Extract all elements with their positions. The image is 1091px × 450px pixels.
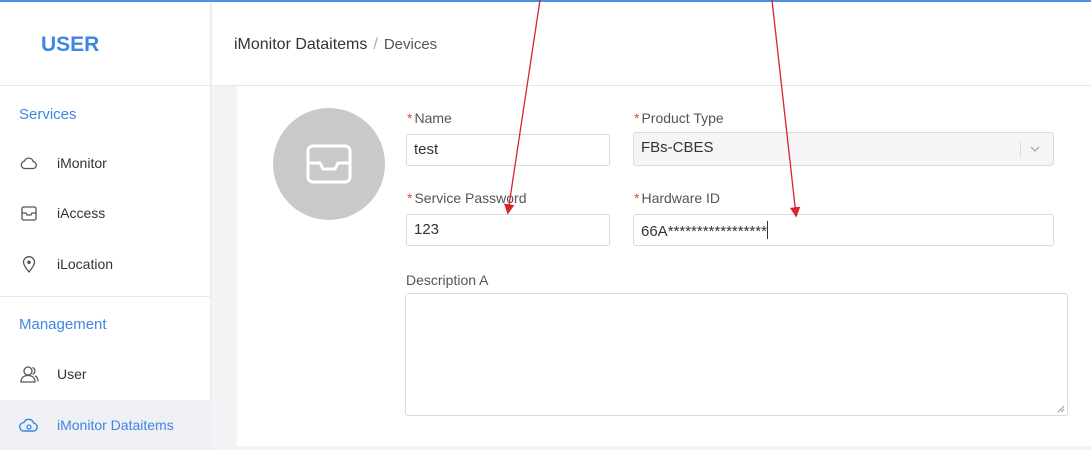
sidebar-divider bbox=[0, 296, 211, 297]
service-password-input[interactable]: 123 bbox=[406, 214, 610, 246]
breadcrumb-separator: / bbox=[373, 36, 378, 53]
inbox-icon bbox=[18, 202, 40, 224]
service-password-label: * Service Password bbox=[407, 190, 527, 206]
sidebar-item-label: iLocation bbox=[57, 256, 114, 272]
product-type-select[interactable]: FBs-CBES bbox=[633, 132, 1054, 166]
hardware-id-input[interactable]: 66A***************** bbox=[633, 214, 1054, 246]
device-form-card: * Name test * Product Type FBs-CBES * Servi… bbox=[237, 86, 1091, 446]
cloud-icon bbox=[18, 152, 40, 174]
name-input[interactable]: test bbox=[406, 134, 610, 166]
sidebar-brand: USER bbox=[0, 2, 210, 86]
inbox-icon bbox=[306, 144, 352, 184]
section-management: Management bbox=[19, 316, 107, 333]
product-type-label: * Product Type bbox=[634, 110, 724, 126]
cloud-data-icon bbox=[18, 414, 40, 436]
sidebar-item-label: iMonitor bbox=[57, 155, 107, 171]
select-separator bbox=[1020, 141, 1021, 157]
text-cursor bbox=[766, 221, 768, 239]
sidebar-item-label: User bbox=[57, 366, 87, 382]
breadcrumb-current: Devices bbox=[383, 36, 438, 53]
section-services: Services bbox=[19, 106, 77, 123]
sidebar-item-user[interactable]: User bbox=[0, 349, 211, 399]
description-label: Description A bbox=[406, 272, 489, 288]
description-textarea[interactable] bbox=[405, 293, 1068, 416]
device-avatar[interactable] bbox=[273, 108, 385, 220]
user-group-icon bbox=[18, 363, 40, 385]
sidebar-item-imonitor[interactable]: iMonitor bbox=[0, 138, 211, 188]
location-pin-icon bbox=[18, 253, 40, 275]
resize-handle-icon[interactable] bbox=[1055, 403, 1065, 413]
sidebar-item-label: iMonitor Dataitems bbox=[57, 417, 174, 433]
name-label: * Name bbox=[407, 110, 452, 126]
sidebar-item-iaccess[interactable]: iAccess bbox=[0, 188, 211, 238]
breadcrumb: iMonitor Dataitems / Devices bbox=[212, 2, 1091, 86]
sidebar: USER Services iMonitor iAccess iLocation… bbox=[0, 2, 211, 450]
sidebar-item-ilocation[interactable]: iLocation bbox=[0, 239, 211, 289]
breadcrumb-root[interactable]: iMonitor Dataitems bbox=[234, 36, 367, 53]
chevron-down-icon bbox=[1030, 146, 1040, 152]
hardware-id-label: * Hardware ID bbox=[634, 190, 721, 206]
sidebar-item-imonitor-dataitems[interactable]: iMonitor Dataitems bbox=[0, 400, 211, 450]
sidebar-item-label: iAccess bbox=[57, 205, 106, 221]
